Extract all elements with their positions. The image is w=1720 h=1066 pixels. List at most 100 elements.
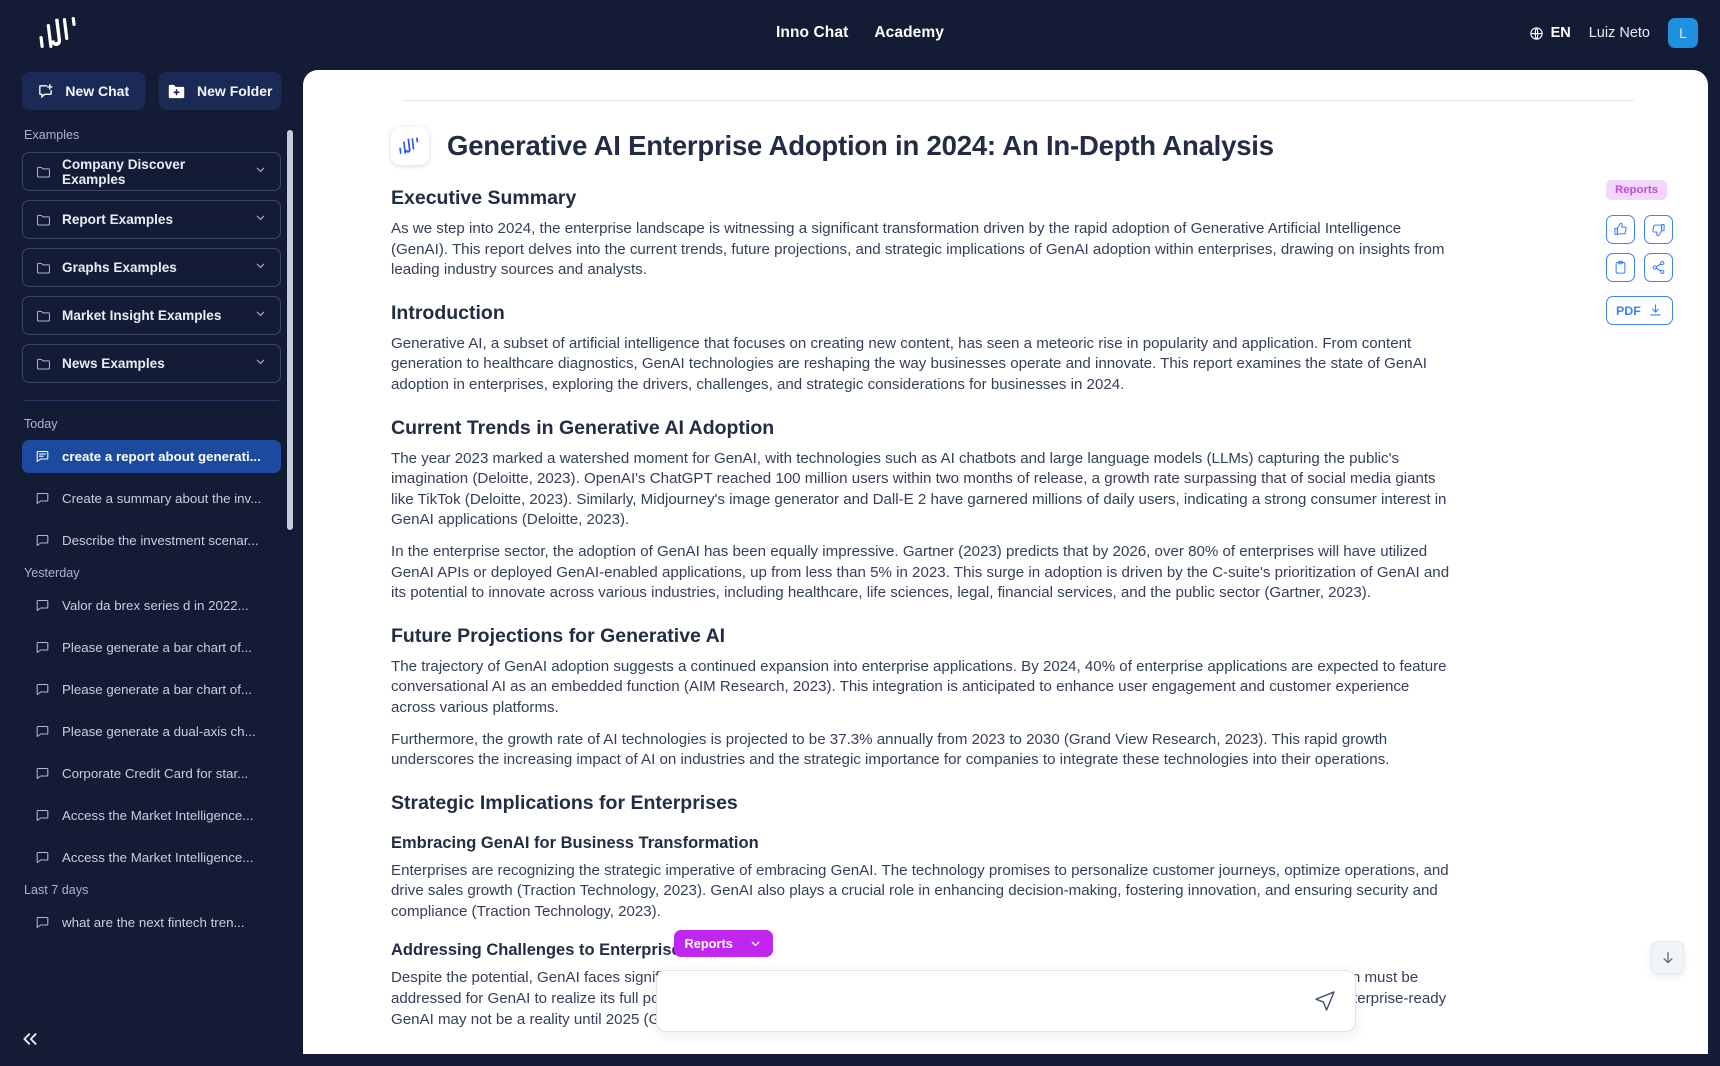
folder-icon <box>37 310 50 321</box>
document-logo-badge <box>391 127 429 165</box>
chat-history-item[interactable]: Valor da brex series d in 2022... <box>22 589 281 622</box>
download-icon <box>1650 304 1661 316</box>
chat-bubble-icon <box>36 641 49 654</box>
mode-selector[interactable]: Reports <box>673 930 773 957</box>
chat-history-item[interactable]: Access the Market Intelligence... <box>22 841 281 874</box>
sidebar-folder-item[interactable]: Market Insight Examples <box>22 296 281 335</box>
document-panel: Generative AI Enterprise Adoption in 202… <box>303 70 1708 1054</box>
sidebar-folder-item[interactable]: Graphs Examples <box>22 248 281 287</box>
examples-section-label: Examples <box>24 128 80 142</box>
folder-label: Market Insight Examples <box>62 308 222 323</box>
top-right-controls: EN Luiz Neto L <box>1529 18 1698 48</box>
folder-expand-toggle[interactable] <box>254 211 267 229</box>
top-bar: Inno Chat Academy EN Luiz Neto L <box>0 0 1720 66</box>
send-icon <box>1314 991 1335 1011</box>
chat-item-label: Access the Market Intelligence... <box>62 808 254 823</box>
collapse-sidebar-button[interactable] <box>0 1012 303 1066</box>
chat-bubble-icon <box>36 492 49 505</box>
document-scrollbar-thumb[interactable] <box>1697 436 1704 956</box>
subsection-heading: Addressing Challenges to Enterprise Read… <box>391 941 768 960</box>
collapse-sidebar-icon <box>23 1033 37 1045</box>
app-root: Inno Chat Academy EN Luiz Neto L New Cha… <box>0 0 1720 1066</box>
sidebar-scrollbar-thumb[interactable] <box>287 130 293 530</box>
chat-bubble-icon <box>36 450 49 463</box>
language-selector[interactable]: EN <box>1529 25 1571 41</box>
document-body: Executive Summary As we step into 2024, t… <box>391 187 1634 1030</box>
paragraph: In the enterprise sector, the adoption o… <box>391 542 1450 602</box>
sidebar-folder-item[interactable]: News Examples <box>22 344 281 383</box>
paragraph: The year 2023 marked a watershed moment … <box>391 449 1447 529</box>
chat-history-item[interactable]: Describe the investment scenar... <box>22 524 281 557</box>
share-button[interactable] <box>1644 253 1673 282</box>
folder-expand-toggle[interactable] <box>254 355 267 373</box>
chat-history-item[interactable]: Please generate a bar chart of... <box>22 631 281 664</box>
sidebar-folder-item[interactable]: Company Discover Examples <box>22 152 281 191</box>
chat-item-label: Please generate a bar chart of... <box>62 640 252 655</box>
main-content: Generative AI Enterprise Adoption in 202… <box>303 66 1720 1066</box>
response-actions-rail: Reports PDF <box>1606 180 1682 325</box>
sidebar-scrollbar-track[interactable] <box>287 128 298 1012</box>
paragraph: Furthermore, the growth rate of AI techn… <box>391 730 1390 769</box>
chat-history-item[interactable]: Corporate Credit Card for star... <box>22 757 281 790</box>
chat-history-item[interactable]: Access the Market Intelligence... <box>22 799 281 832</box>
section-heading: Future Projections for Generative AI <box>391 624 726 647</box>
thumbs-up-button[interactable] <box>1606 215 1635 244</box>
pdf-label: PDF <box>1616 303 1641 318</box>
sidebar-divider <box>24 400 279 401</box>
chevron-down-icon <box>751 941 760 947</box>
chat-history-item[interactable]: Please generate a dual-axis ch... <box>22 715 281 748</box>
chat-item-label: Access the Market Intelligence... <box>62 850 254 865</box>
folder-icon <box>37 358 50 369</box>
chat-bubble-icon <box>36 534 49 547</box>
new-folder-button[interactable]: New Folder <box>158 72 281 110</box>
inno-logo-icon <box>39 16 76 48</box>
share-icon <box>1652 260 1665 275</box>
chat-item-label: Create a summary about the inv... <box>62 491 262 506</box>
chat-group-label: Yesterday <box>24 566 80 580</box>
chat-bubble-icon <box>36 725 49 738</box>
chat-history-item[interactable]: Please generate a bar chart of... <box>22 673 281 706</box>
user-name: Luiz Neto <box>1588 25 1650 41</box>
nav-academy[interactable]: Academy <box>874 24 944 42</box>
new-chat-button[interactable]: New Chat <box>22 72 145 110</box>
sidebar-folder-item[interactable]: Report Examples <box>22 200 281 239</box>
composer-box <box>655 970 1356 1032</box>
folder-expand-toggle[interactable] <box>254 163 267 181</box>
chevron-down-icon <box>256 359 265 364</box>
new-folder-icon <box>168 84 185 98</box>
send-button[interactable] <box>1313 989 1337 1013</box>
thumbs-down-button[interactable] <box>1644 215 1673 244</box>
avatar[interactable]: L <box>1668 18 1698 48</box>
chat-history-item[interactable]: Create a summary about the inv... <box>22 482 281 515</box>
folder-expand-toggle[interactable] <box>254 307 267 325</box>
message-input[interactable] <box>674 993 1313 1009</box>
page-title: Generative AI Enterprise Adoption in 202… <box>447 130 1274 161</box>
scroll-to-bottom-button[interactable] <box>1651 941 1684 974</box>
chat-bubble-icon <box>36 851 49 864</box>
folder-expand-toggle[interactable] <box>254 259 267 277</box>
clipboard-icon <box>1615 260 1626 274</box>
mode-label: Reports <box>684 936 733 951</box>
chat-bubble-icon <box>36 916 49 929</box>
app-logo[interactable] <box>0 12 120 54</box>
status-badge: Reports <box>1606 180 1668 200</box>
composer-inner: Reports <box>655 930 1356 1032</box>
nav-inno-chat[interactable]: Inno Chat <box>776 24 848 42</box>
document-scrollbar-track[interactable] <box>1697 76 1706 1048</box>
folder-list: Company Discover Examples Report Examples… <box>22 152 281 383</box>
paragraph: Generative AI, a subset of artificial in… <box>391 334 1427 393</box>
chat-history-item[interactable]: what are the next fintech tren... <box>22 906 281 939</box>
chat-history-item[interactable]: create a report about generati... <box>22 440 281 473</box>
chat-group-label: Last 7 days <box>24 883 89 897</box>
chat-item-label: Corporate Credit Card for star... <box>62 766 249 781</box>
sidebar: New Chat New Folder Examples Company Dis… <box>0 66 303 1066</box>
chat-item-label: Please generate a dual-axis ch... <box>62 724 256 739</box>
paragraph: Enterprises are recognizing the strategi… <box>391 861 1449 920</box>
new-chat-icon <box>39 83 53 98</box>
new-chat-label: New Chat <box>65 83 130 99</box>
globe-icon <box>1529 26 1543 40</box>
paragraph: As we step into 2024, the enterprise lan… <box>391 220 1445 279</box>
download-pdf-button[interactable]: PDF <box>1606 296 1673 325</box>
copy-button[interactable] <box>1606 253 1635 282</box>
section-heading: Strategic Implications for Enterprises <box>391 791 738 814</box>
